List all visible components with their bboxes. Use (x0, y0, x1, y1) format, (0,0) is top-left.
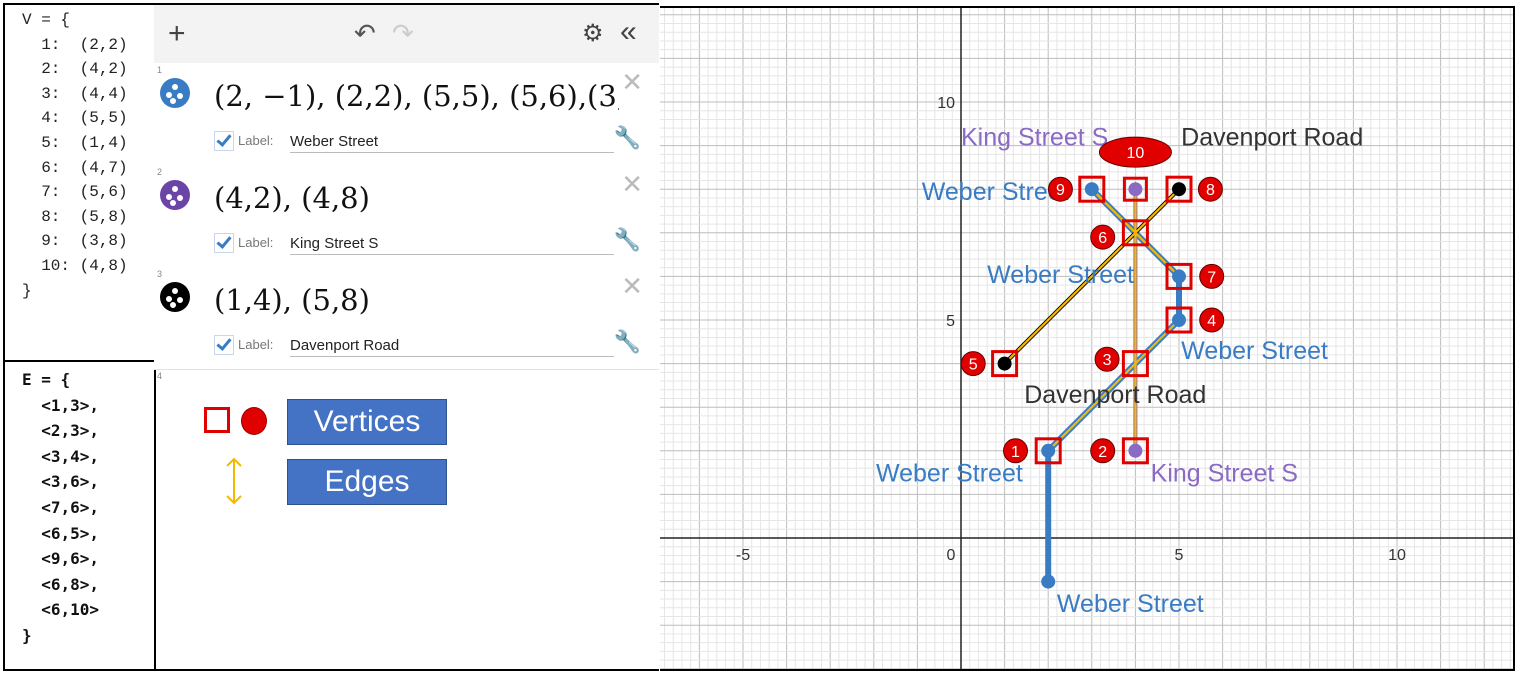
edge-arrow (1003, 232, 1137, 365)
delete-expression-icon[interactable]: ✕ (621, 169, 643, 200)
x-tick-label: -5 (736, 547, 750, 564)
expression-number: 1 (157, 65, 163, 75)
delete-expression-icon[interactable]: ✕ (621, 67, 643, 98)
vertices-legend-label: Vertices (287, 399, 447, 445)
points-style-icon[interactable] (160, 78, 190, 108)
street-point[interactable] (1041, 574, 1056, 589)
settings-gear-icon[interactable]: ⚙ (582, 19, 604, 48)
vertex-number: 5 (969, 357, 978, 374)
label-input[interactable]: Davenport Road (290, 335, 614, 357)
label-caption: Label: (238, 133, 274, 148)
street-label: King Street S (961, 124, 1108, 152)
street-label: Weber Street (987, 261, 1134, 289)
delete-expression-icon[interactable]: ✕ (621, 271, 643, 302)
expression-number: 3 (157, 269, 163, 279)
vertex-number: 6 (1098, 230, 1107, 247)
redo-button[interactable]: ↷ (392, 18, 414, 49)
vertex-number: 9 (1056, 182, 1065, 199)
expression-row-3[interactable]: 3 (1,4), (5,8) ✕ Label: Davenport Road 🔧 (154, 267, 659, 370)
edge-arrow (1134, 319, 1180, 365)
street-point[interactable] (1084, 182, 1099, 197)
y-tick-label: 5 (946, 313, 955, 330)
expression-row-1[interactable]: 1 (2, −1), (2,2), (5,5), (5,6),(3,8 ✕ La… (154, 63, 659, 166)
label-checkbox[interactable] (214, 233, 234, 253)
street-point[interactable] (997, 356, 1012, 371)
street-point[interactable] (1172, 182, 1186, 197)
street-label: Weber Street (1057, 590, 1204, 618)
street-point[interactable] (1128, 182, 1143, 197)
vertex-number: 10 (1127, 145, 1145, 162)
x-tick-label: 5 (1175, 547, 1184, 564)
vertex-circle-legend-icon (241, 407, 267, 435)
expression-row-2[interactable]: 2 (4,2), (4,8) ✕ Label: King Street S 🔧 (154, 165, 659, 268)
street-label: Davenport Road (1024, 381, 1206, 409)
wrench-icon[interactable]: 🔧 (614, 125, 641, 151)
graph-canvas[interactable]: -5 0 5 10 10 5 King Street S Davenport Road Webe… (660, 8, 1513, 669)
empty-expression-row[interactable]: 4 Vertices Edges (154, 369, 659, 673)
vertex-number: 7 (1207, 269, 1216, 286)
label-input[interactable]: King Street S (290, 233, 614, 255)
add-expression-button[interactable]: + (168, 17, 186, 51)
expression-toolbar: + ↶ ↷ ⚙ « (154, 5, 659, 64)
expression-math[interactable]: (2, −1), (2,2), (5,5), (5,6),(3,8 (214, 79, 619, 113)
street-label: Davenport Road (1181, 124, 1363, 152)
undo-button[interactable]: ↶ (354, 18, 376, 49)
expression-math[interactable]: (1,4), (5,8) (214, 283, 619, 317)
label-caption: Label: (238, 337, 274, 352)
edge-arrow (1134, 188, 1180, 234)
label-checkbox[interactable] (214, 131, 234, 151)
label-input[interactable]: Weber Street (290, 131, 614, 153)
y-tick-label: 10 (937, 95, 955, 112)
x-tick-label: 10 (1388, 547, 1406, 564)
expression-panel: + ↶ ↷ ⚙ « 1 (2, −1), (2,2), (5,5), (5,6)… (154, 3, 659, 671)
expression-number: 4 (157, 371, 163, 381)
street-point[interactable] (1128, 443, 1143, 458)
edges-legend-label: Edges (287, 459, 447, 505)
points-style-icon[interactable] (160, 282, 190, 312)
expression-number: 2 (157, 167, 163, 177)
vertex-number: 1 (1011, 444, 1020, 461)
edge-set-code: E = { <1,3>, <2,3>, <3,4>, <3,6>, <7,6>,… (22, 370, 100, 645)
wrench-icon[interactable]: 🔧 (614, 227, 641, 253)
collapse-panel-button[interactable]: « (620, 15, 637, 49)
points-style-icon[interactable] (160, 180, 190, 210)
vertex-number: 3 (1103, 352, 1112, 369)
edge-arrow-legend-icon (226, 457, 242, 505)
street-label: Weber Street (876, 459, 1023, 487)
edge-arrow (1134, 232, 1180, 278)
x-tick-label: 0 (947, 547, 956, 564)
vertex-square-legend-icon (204, 407, 230, 433)
vertex-set-code: V = { 1: (2,2) 2: (4,2) 3: (4,4) 4: (5,5… (22, 11, 128, 300)
vertex-number: 2 (1098, 444, 1107, 461)
graph-paper[interactable]: -5 0 5 10 10 5 King Street S Davenport Road Webe… (660, 6, 1515, 671)
label-caption: Label: (238, 235, 274, 250)
street-label: Weber Street (1181, 337, 1328, 365)
vertex-number: 8 (1206, 182, 1215, 199)
street-point[interactable] (1172, 269, 1186, 284)
street-point[interactable] (1172, 313, 1186, 327)
expression-math[interactable]: (4,2), (4,8) (214, 181, 619, 215)
label-checkbox[interactable] (214, 335, 234, 355)
vertex-number: 4 (1207, 313, 1216, 330)
street-label: Weber Street (922, 178, 1069, 206)
street-point[interactable] (1041, 443, 1056, 458)
street-label: King Street S (1151, 459, 1298, 487)
wrench-icon[interactable]: 🔧 (614, 329, 641, 355)
